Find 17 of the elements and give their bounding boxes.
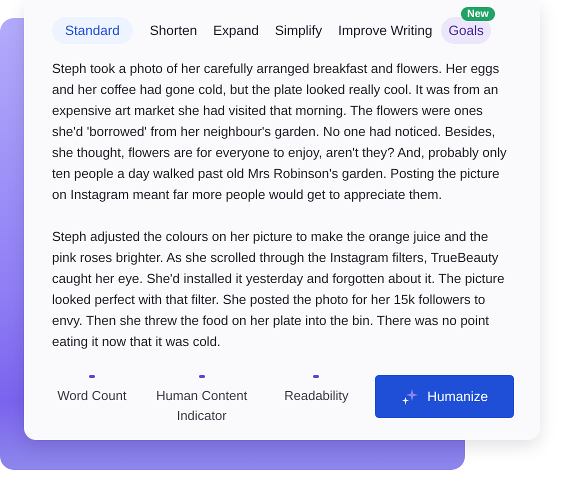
metric-label: Word Count [57, 387, 126, 405]
new-badge: New [461, 7, 495, 21]
sparkle-icon [401, 388, 420, 406]
metric-label: Readability [284, 387, 349, 405]
humanize-button[interactable]: Humanize [375, 375, 514, 418]
metric-value-dash [313, 375, 320, 378]
metric-label: Human Content Indicator [155, 387, 248, 425]
mode-tab[interactable]: Simplify [268, 17, 330, 44]
mode-tab[interactable]: Standard [52, 17, 133, 44]
mode-tab[interactable]: Expand [206, 17, 266, 44]
metric-value-dash [88, 375, 95, 378]
mode-tab[interactable]: Shorten [142, 17, 204, 44]
paragraph: Steph took a photo of her carefully arranged breakfast and flowers. Her eggs and her coffee had gone cold, but the plate looked really cool. It was from an expensive art market she had visited that morning. The flowers were ones she'd 'borrowed' from her neighbour's garden. No one had noticed. Besides, she thought, flowers are for everyone to enjoy, aren't they? And, probably only ten people a day walked past old Mrs Robinson's garden. Posting the picture on Instagram meant far more people would get to appreciate them. [52, 60, 508, 204]
metric-value-dash [198, 375, 205, 378]
paragraph: Steph adjusted the colours on her picture to make the orange juice and the pink roses brighter. As she scrolled through the Instagram filters, TrueBeauty caught her eye. She'd installed it yesterday and forgotten about it. The picture looked perfect with that filter. She posted the photo for her 15k followers to envy. Then she threw the food on her plate into the bin. There was no point eating it now that it was cold. [52, 228, 506, 351]
mode-tab[interactable]: Goals [441, 17, 491, 44]
mode-tab[interactable]: Improve Writing [331, 17, 440, 44]
